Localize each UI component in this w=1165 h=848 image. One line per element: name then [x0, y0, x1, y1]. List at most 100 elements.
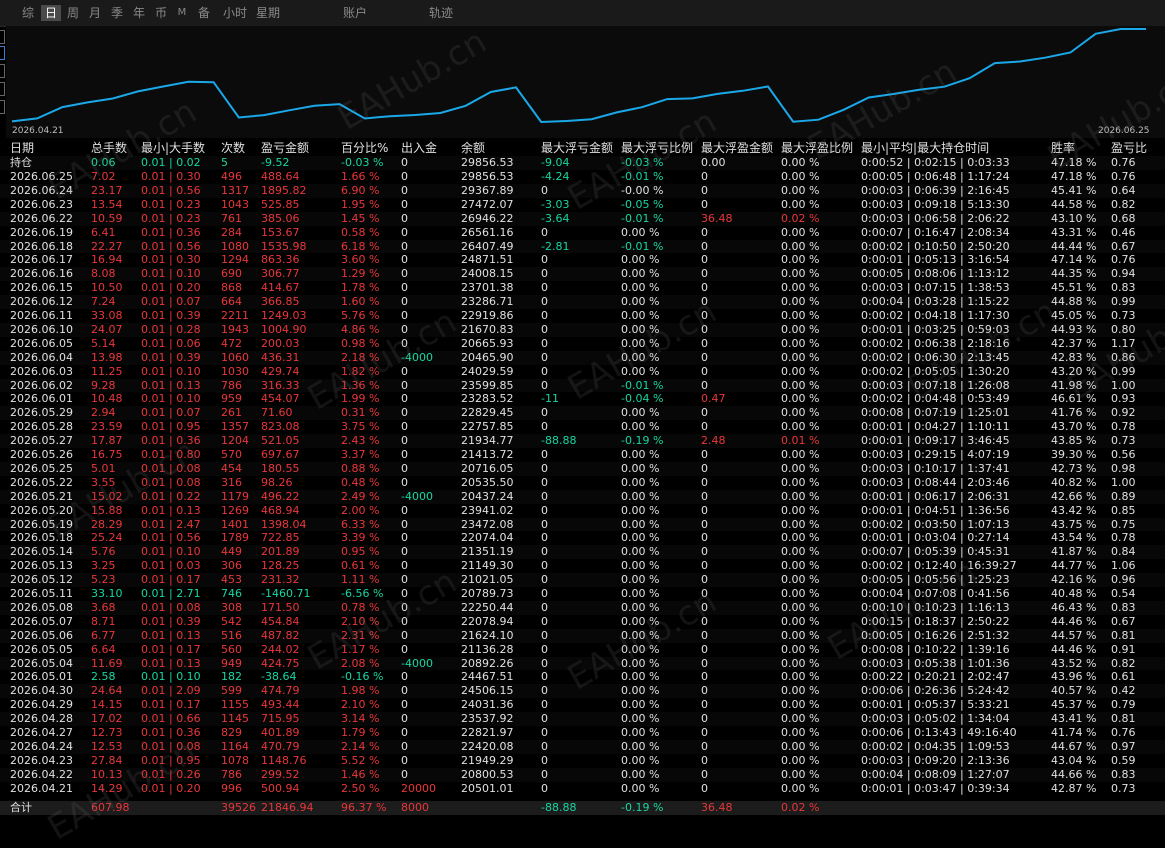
cell-win: 40.48 % — [1051, 587, 1097, 600]
table-row[interactable]: 2026.05.04 11.69 0.01 | 0.13 949 424.75 2.08 … — [0, 656, 1165, 671]
cell-win: 43.20 % — [1051, 364, 1097, 378]
table-row[interactable]: 2026.06.23 13.54 0.01 | 0.23 1043 525.85 1.95… — [0, 197, 1165, 212]
cell-minmax: 0.01 | 0.13 — [141, 378, 201, 392]
tab-5[interactable]: 年 — [130, 5, 148, 21]
total-count: 39526 — [221, 801, 256, 814]
table-row[interactable]: 2026.05.11 33.10 0.01 | 2.71 746 -1460.71 -6.… — [0, 587, 1165, 601]
cell-io: 0 — [401, 322, 408, 336]
cell-lots: 11.25 — [91, 364, 123, 378]
table-row[interactable]: 2026.05.27 17.87 0.01 | 0.36 1204 521.05 2.43… — [0, 434, 1165, 449]
table-row[interactable]: 2026.06.25 7.02 0.01 | 0.30 496 488.64 1.66 %… — [0, 170, 1165, 184]
table-header[interactable]: 日期 总手数 最小|大手数 次数 盈亏金额 百分比% 出入金 余额 最大浮亏金额 最大浮亏比例 最大… — [0, 141, 1165, 155]
tab-10[interactable]: 星期 — [254, 5, 282, 21]
table-row[interactable]: 2026.04.28 17.02 0.01 | 0.66 1145 715.95 3.14… — [0, 712, 1165, 727]
cell-lots: 12.73 — [91, 726, 123, 739]
tab-12[interactable]: 轨迹 — [426, 5, 456, 21]
cell-pct: 1.78 % — [341, 281, 380, 295]
cell-pct: 1.60 % — [341, 295, 380, 309]
cell-balance: 21949.29 — [461, 753, 514, 767]
cell-mflp: 0.00 % — [621, 739, 660, 753]
table-row[interactable]: 2026.04.29 14.15 0.01 | 0.17 1155 493.44 2.10… — [0, 698, 1165, 713]
table-row[interactable]: 2026.05.21 15.02 0.01 | 0.22 1179 496.22 2.49… — [0, 489, 1165, 504]
tab-4[interactable]: 季 — [108, 5, 126, 21]
table-row[interactable]: 2026.06.17 16.94 0.01 | 0.30 1294 863.36 3.60… — [0, 253, 1165, 268]
table-row[interactable]: 2026.05.06 6.77 0.01 | 0.13 516 487.82 2.31 %… — [0, 628, 1165, 643]
table-row[interactable]: 2026.06.04 13.98 0.01 | 0.39 1060 436.31 2.18… — [0, 350, 1165, 365]
table-row[interactable]: 2026.06.10 24.07 0.01 | 0.28 1943 1004.90 4.8… — [0, 322, 1165, 337]
cell-lots: 2.58 — [91, 670, 116, 684]
cell-lots: 23.17 — [91, 183, 123, 197]
table-row[interactable]: 2026.06.22 10.59 0.01 | 0.23 761 385.06 1.45 … — [0, 211, 1165, 226]
table-row[interactable]: 2026.05.29 2.94 0.01 | 0.07 261 71.60 0.31 % 0… — [0, 406, 1165, 421]
table-row[interactable]: 2026.06.19 6.41 0.01 | 0.36 284 153.67 0.58 %… — [0, 225, 1165, 240]
cell-pct: 6.90 % — [341, 183, 380, 197]
cell-count: 1179 — [221, 489, 249, 503]
cell-mflp: -0.04 % — [621, 392, 664, 406]
table-row[interactable]: 2026.06.11 33.08 0.01 | 0.39 2211 1249.03 5.7… — [0, 309, 1165, 323]
table-row[interactable]: 2026.05.01 2.58 0.01 | 0.10 182 -38.64 -0.16 … — [0, 670, 1165, 685]
table-row[interactable]: 2026.05.12 5.23 0.01 | 0.17 453 231.32 1.11 %… — [0, 573, 1165, 588]
table-row[interactable]: 2026.04.24 12.53 0.01 | 0.08 1164 470.79 2.14… — [0, 739, 1165, 754]
tab-6[interactable]: 币 — [152, 5, 170, 21]
table-row[interactable]: 2026.04.23 27.84 0.01 | 0.95 1078 1148.76 5.5… — [0, 753, 1165, 768]
tab-7[interactable]: M — [175, 5, 189, 21]
table-row[interactable]: 2026.06.18 22.27 0.01 | 0.56 1080 1535.98 6.1… — [0, 239, 1165, 254]
cell-hold: 0:00:02 | 0:04:48 | 0:53:49 — [861, 392, 1010, 406]
table-row[interactable]: 2026.06.16 8.08 0.01 | 0.10 690 306.77 1.29 %… — [0, 267, 1165, 282]
table-row[interactable]: 2026.05.08 3.68 0.01 | 0.08 308 171.50 0.78 %… — [0, 600, 1165, 615]
tab-11[interactable]: 账户 — [340, 5, 370, 21]
table-row[interactable]: 2026.06.02 9.28 0.01 | 0.13 786 316.33 1.36 %… — [0, 378, 1165, 393]
cell-win: 42.37 % — [1051, 336, 1097, 350]
cell-pct: 2.08 % — [341, 656, 380, 670]
table-row[interactable]: 2026.05.22 3.55 0.01 | 0.08 316 98.26 0.48 % 0… — [0, 475, 1165, 490]
cell-hold: 0:00:01 | 0:03:25 | 0:59:03 — [861, 322, 1010, 336]
table-row[interactable]: 2026.05.28 23.59 0.01 | 0.95 1357 823.08 3.75… — [0, 420, 1165, 435]
total-row[interactable]: 合计 607.98 39526 21846.94 96.37 % 8000 -88.88 -0… — [0, 801, 1165, 815]
cell-ratio: 0.81 — [1111, 712, 1136, 726]
table-row[interactable]: 2026.05.26 16.75 0.01 | 0.80 570 697.67 3.37 … — [0, 448, 1165, 462]
table-row[interactable]: 2026.05.19 28.29 0.01 | 2.47 1401 1398.04 6.3… — [0, 517, 1165, 532]
cell-date: 2026.05.27 — [10, 434, 73, 448]
cell-balance: 26407.49 — [461, 239, 514, 253]
table-row[interactable]: 2026.05.20 15.88 0.01 | 0.13 1269 468.94 2.00… — [0, 503, 1165, 518]
cell-mfp: 0 — [701, 684, 708, 698]
table-row[interactable]: 2026.04.30 24.64 0.01 | 2.09 599 474.79 1.98 … — [0, 684, 1165, 699]
cell-pct: 2.00 % — [341, 503, 380, 517]
cell-count: 1155 — [221, 698, 249, 712]
tab-9[interactable]: 小时 — [222, 5, 248, 21]
cell-mflp: 0.00 % — [621, 559, 660, 573]
cell-mfp: 0 — [701, 225, 708, 239]
tab-2[interactable]: 周 — [64, 5, 82, 21]
cell-date: 2026.05.14 — [10, 545, 73, 559]
table-row[interactable]: 2026.05.18 25.24 0.01 | 0.56 1789 722.85 3.39… — [0, 531, 1165, 546]
cell-lots: 6.41 — [91, 225, 116, 239]
tab-1[interactable]: 日 — [41, 5, 61, 21]
table-row[interactable]: 2026.06.03 11.25 0.01 | 0.10 1030 429.74 1.82… — [0, 364, 1165, 379]
equity-curve-line — [11, 28, 1146, 124]
table-row[interactable]: 2026.04.21 14.29 0.01 | 0.20 996 500.94 2.50 … — [0, 781, 1165, 796]
table-row[interactable]: 2026.05.13 3.25 0.01 | 0.03 306 128.25 0.61 %… — [0, 559, 1165, 574]
cell-count: 570 — [221, 448, 242, 461]
holding-row[interactable]: 持仓 0.06 0.01 | 0.02 5 -9.52 -0.03 % 0 29856.53 -… — [0, 156, 1165, 170]
table-row[interactable]: 2026.06.05 5.14 0.01 | 0.06 472 200.03 0.98 %… — [0, 336, 1165, 351]
tab-0[interactable]: 综 — [18, 5, 38, 21]
cell-date: 2026.04.23 — [10, 753, 73, 767]
cell-pnl: 231.32 — [261, 573, 300, 587]
cell-minmax: 0.01 | 0.66 — [141, 712, 201, 726]
table-row[interactable]: 2026.06.15 10.50 0.01 | 0.20 868 414.67 1.78 … — [0, 281, 1165, 296]
cell-mfpp: 0.00 % — [781, 684, 820, 698]
tab-3[interactable]: 月 — [86, 5, 104, 21]
tab-8[interactable]: 备 — [193, 5, 215, 21]
table-row[interactable]: 2026.05.05 6.64 0.01 | 0.17 560 244.02 1.17 %… — [0, 642, 1165, 657]
table-row[interactable]: 2026.06.12 7.24 0.01 | 0.07 664 366.85 1.60 %… — [0, 295, 1165, 310]
table-row[interactable]: 2026.05.14 5.76 0.01 | 0.10 449 201.89 0.95 %… — [0, 545, 1165, 560]
table-row[interactable]: 2026.05.25 5.01 0.01 | 0.08 454 180.55 0.88 %… — [0, 461, 1165, 476]
cell-pct: 5.52 % — [341, 753, 380, 767]
cell-balance: 23701.38 — [461, 281, 514, 295]
table-row[interactable]: 2026.06.24 23.17 0.01 | 0.56 1317 1895.82 6.9… — [0, 183, 1165, 198]
table-row[interactable]: 2026.04.22 10.13 0.01 | 0.26 786 299.52 1.46 … — [0, 767, 1165, 782]
table-row[interactable]: 2026.04.27 12.73 0.01 | 0.36 829 401.89 1.79 … — [0, 726, 1165, 740]
cell-pnl: 429.74 — [261, 364, 300, 378]
table-row[interactable]: 2026.06.01 10.48 0.01 | 0.10 959 454.07 1.99 … — [0, 392, 1165, 407]
table-row[interactable]: 2026.05.07 8.71 0.01 | 0.39 542 454.84 2.10 %… — [0, 614, 1165, 629]
